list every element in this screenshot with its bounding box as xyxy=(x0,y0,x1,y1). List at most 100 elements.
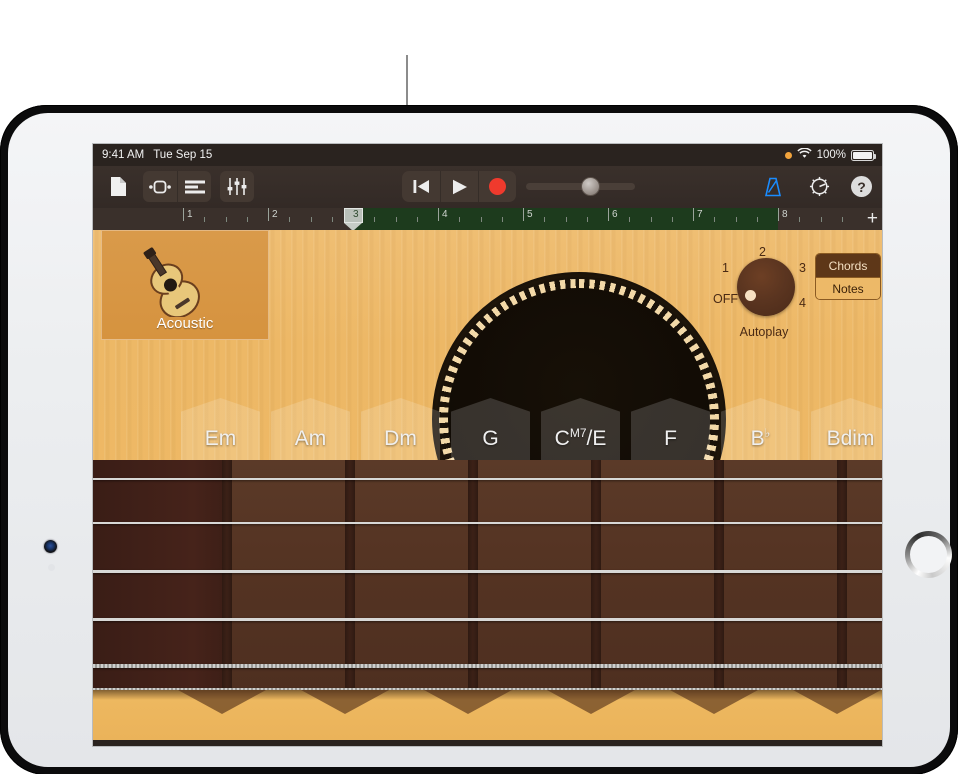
ruler-tick xyxy=(416,217,418,222)
autoplay-pos-3[interactable]: 3 xyxy=(799,261,806,275)
ruler-tick xyxy=(586,217,588,222)
ruler-tick xyxy=(671,217,673,222)
ruler-tick xyxy=(735,217,737,222)
ruler-tick xyxy=(225,217,227,222)
screen-bottom-edge xyxy=(93,740,882,746)
autoplay-control[interactable]: OFF 1 2 3 4 Autoplay xyxy=(705,234,823,339)
ruler-tick xyxy=(204,217,206,222)
autoplay-pos-1[interactable]: 1 xyxy=(722,261,729,275)
record-icon xyxy=(489,178,506,195)
autoplay-caption: Autoplay xyxy=(739,325,789,339)
play-icon xyxy=(452,179,467,194)
ruler-tick xyxy=(820,217,822,222)
tracks-view-button[interactable] xyxy=(177,171,211,202)
ruler-tick xyxy=(714,217,716,222)
my-songs-button[interactable] xyxy=(103,171,134,202)
help-button[interactable]: ? xyxy=(851,176,872,197)
instrument-card[interactable]: Acoustic xyxy=(101,230,269,340)
bottom-chevron xyxy=(793,690,881,714)
ipad-bezel: 9:41 AM Tue Sep 15 100% ? 1 2 4 5 6 7 8 … xyxy=(8,113,952,767)
ruler-tick xyxy=(289,217,291,222)
ruler-tick xyxy=(331,217,333,222)
toolbar: ? xyxy=(93,166,882,208)
ruler-tick xyxy=(480,217,482,222)
volume-slider-knob[interactable] xyxy=(581,177,600,196)
view-button-group xyxy=(143,171,211,202)
fret-3 xyxy=(468,460,478,690)
guitar-string-2[interactable] xyxy=(93,522,882,524)
autoplay-pos-2[interactable]: 2 xyxy=(759,245,766,259)
bottom-chevron xyxy=(547,690,635,714)
notes-option[interactable]: Notes xyxy=(816,277,880,299)
front-camera-icon xyxy=(44,540,57,553)
playhead[interactable]: 3 xyxy=(344,208,363,230)
ruler-tick xyxy=(565,217,567,222)
guitar-string-4[interactable] xyxy=(93,618,882,621)
status-date: Tue Sep 15 xyxy=(153,149,213,161)
chord-button-CM7/E[interactable]: CM7/E xyxy=(541,398,620,460)
wifi-icon xyxy=(796,147,812,162)
chord-button-F[interactable]: F xyxy=(631,398,710,460)
ruler-tick xyxy=(756,217,758,222)
screenshot-root: 9:41 AM Tue Sep 15 100% ? 1 2 4 5 6 7 8 … xyxy=(0,0,958,774)
ruler-tick xyxy=(650,217,652,222)
status-time: 9:41 AM xyxy=(102,149,145,161)
document-icon xyxy=(111,177,126,196)
playhead-bar-number: 3 xyxy=(353,209,359,220)
bottom-chevron xyxy=(301,690,389,714)
ruler-tick xyxy=(459,217,461,222)
knob-indicator xyxy=(745,290,756,301)
rewind-button[interactable] xyxy=(402,171,440,202)
metronome-button[interactable] xyxy=(757,171,788,202)
guitar-bottom-wood xyxy=(93,690,882,746)
guitar-string-3[interactable] xyxy=(93,570,882,573)
guitar-instrument: Acoustic OFF 1 2 3 4 Autoplay Chords Not… xyxy=(93,230,882,746)
chords-option[interactable]: Chords xyxy=(816,254,880,277)
rewind-icon xyxy=(413,180,429,193)
sliders-icon xyxy=(227,178,247,195)
chord-button-B♭[interactable]: B♭ xyxy=(721,398,800,460)
chord-button-Em[interactable]: Em xyxy=(181,398,260,460)
instrument-label: Acoustic xyxy=(156,315,214,332)
ruler-tick xyxy=(629,217,631,222)
acoustic-guitar-icon xyxy=(139,239,231,322)
transport-controls xyxy=(402,171,516,202)
chords-notes-switch[interactable]: Chords Notes xyxy=(815,253,881,300)
mixer-button[interactable] xyxy=(220,171,254,202)
battery-percent: 100% xyxy=(816,149,846,161)
ruler-tick xyxy=(501,217,503,222)
ruler-tick xyxy=(544,217,546,222)
loop-browser-button[interactable] xyxy=(143,171,177,202)
home-button[interactable] xyxy=(905,531,952,578)
recording-indicator-icon xyxy=(784,151,792,159)
master-volume-slider[interactable] xyxy=(526,177,635,196)
guitar-string-5[interactable] xyxy=(93,664,882,668)
chord-button-Bdim[interactable]: Bdim xyxy=(811,398,882,460)
metronome-icon xyxy=(764,177,781,196)
ruler-tick xyxy=(374,217,376,222)
guitar-fretboard[interactable] xyxy=(93,460,882,690)
ruler-tick xyxy=(310,217,312,222)
add-track-button[interactable]: + xyxy=(867,209,878,228)
fret-4 xyxy=(591,460,601,690)
settings-button[interactable] xyxy=(804,171,835,202)
autoplay-pos-off[interactable]: OFF xyxy=(713,292,738,306)
chord-button-G[interactable]: G xyxy=(451,398,530,460)
autoplay-pos-4[interactable]: 4 xyxy=(799,296,806,310)
guitar-string-1[interactable] xyxy=(93,478,882,480)
status-bar: 9:41 AM Tue Sep 15 100% xyxy=(93,144,882,166)
guitar-nut xyxy=(93,460,222,690)
record-button[interactable] xyxy=(478,171,516,202)
bottom-chevron xyxy=(424,690,512,714)
bottom-chevron xyxy=(178,690,266,714)
chord-button-Dm[interactable]: Dm xyxy=(361,398,440,460)
timeline-ruler[interactable]: 12345678 3 + xyxy=(93,208,882,230)
autoplay-knob[interactable] xyxy=(737,258,795,316)
fret-2 xyxy=(345,460,355,690)
play-button[interactable] xyxy=(440,171,478,202)
tracks-view-icon xyxy=(184,180,205,193)
loop-browser-icon xyxy=(149,180,171,193)
battery-icon xyxy=(851,149,876,161)
chord-button-Am[interactable]: Am xyxy=(271,398,350,460)
fret-1 xyxy=(222,460,232,690)
